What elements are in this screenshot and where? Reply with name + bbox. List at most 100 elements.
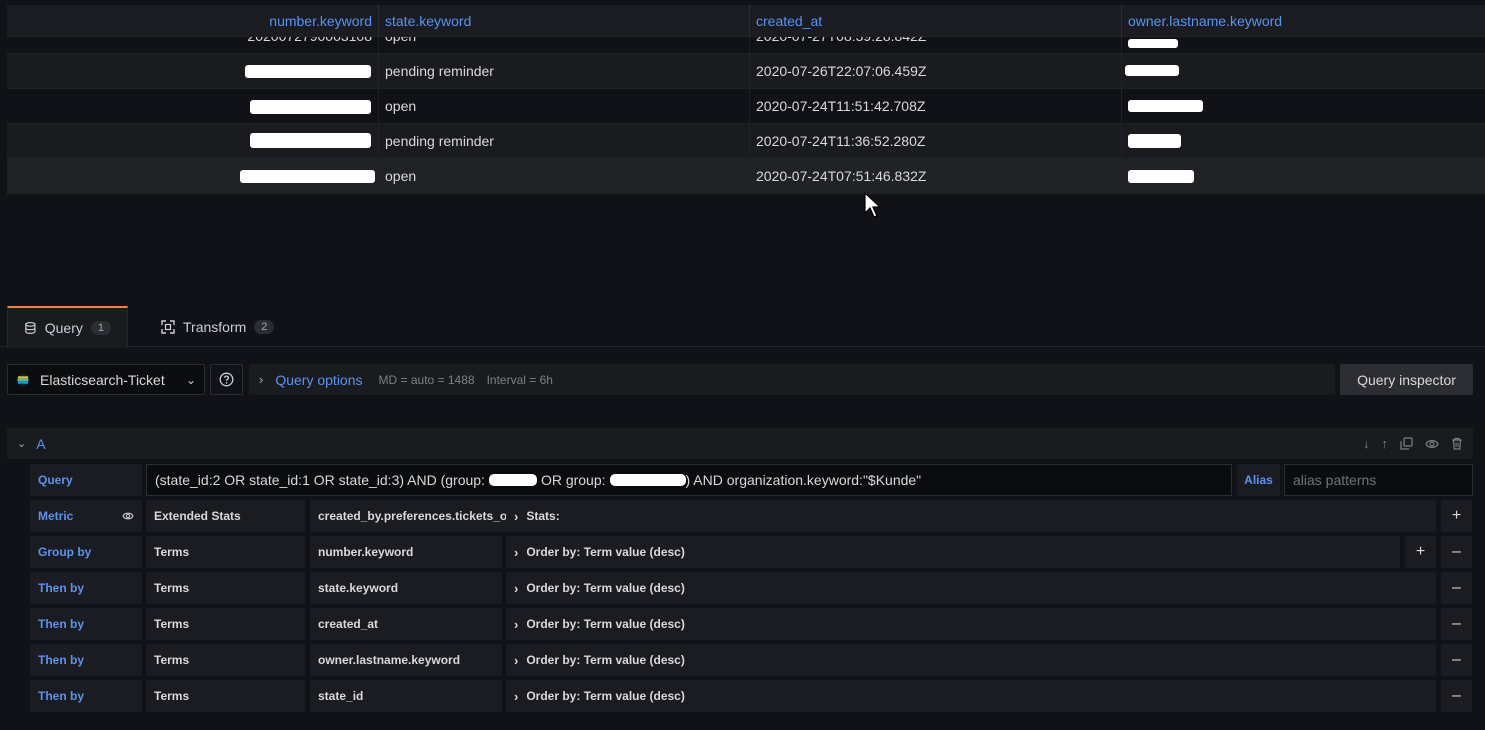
metric-type-select[interactable]: Extended Stats bbox=[146, 500, 305, 532]
table-row: pending reminder 2020-07-24T11:36:52.280… bbox=[7, 124, 1485, 159]
bucket-options-toggle[interactable]: › Order by: Term value (desc) bbox=[506, 680, 1436, 712]
column-header-created-at[interactable]: created_at bbox=[750, 5, 1122, 37]
cell-number bbox=[7, 54, 379, 89]
query-options-toggle[interactable]: › Query options MD = auto = 1488 Interva… bbox=[249, 364, 1335, 395]
datasource-picker[interactable]: Elasticsearch-Ticket ⌄ bbox=[7, 364, 205, 395]
query-text-part: ) AND organization.keyword:"$Kunde" bbox=[685, 472, 922, 488]
query-text-part: (state_id:2 OR state_id:1 OR state_id:3)… bbox=[155, 472, 485, 488]
bucket-field-select[interactable]: state.keyword bbox=[310, 572, 502, 604]
remove-bucket-button[interactable]: – bbox=[1441, 608, 1472, 640]
query-ref-id: A bbox=[36, 435, 46, 452]
tab-query-count: 1 bbox=[90, 321, 111, 335]
remove-bucket-button[interactable]: – bbox=[1441, 680, 1472, 712]
remove-bucket-button[interactable]: – bbox=[1441, 572, 1472, 604]
bucket-label: Then by bbox=[30, 572, 142, 604]
editor-tab-bar: Query 1 Transform 2 bbox=[0, 306, 1485, 348]
bucket-field-select[interactable]: number.keyword bbox=[310, 536, 502, 568]
database-icon bbox=[25, 321, 36, 334]
query-label: Query bbox=[30, 464, 142, 496]
bucket-label: Then by bbox=[30, 680, 142, 712]
bucket-field-select[interactable]: created_at bbox=[310, 608, 502, 640]
cell-number bbox=[7, 89, 379, 124]
cell-state: open bbox=[379, 159, 750, 194]
chevron-right-icon: › bbox=[514, 508, 519, 524]
redacted-value bbox=[609, 474, 686, 486]
column-header-owner-lastname[interactable]: owner.lastname.keyword bbox=[1122, 5, 1485, 37]
cell-state: open bbox=[379, 89, 750, 124]
redacted-value bbox=[488, 474, 537, 486]
cell-state: pending reminder bbox=[379, 54, 750, 89]
bucket-option-text: Order by: Term value (desc) bbox=[526, 653, 685, 667]
bucket-type-select[interactable]: Terms bbox=[146, 572, 305, 604]
remove-bucket-button[interactable]: – bbox=[1441, 536, 1472, 568]
metric-label[interactable]: Metric bbox=[30, 500, 142, 532]
trash-icon[interactable] bbox=[1451, 437, 1463, 450]
bucket-type-select[interactable]: Terms bbox=[146, 680, 305, 712]
query-row-header[interactable]: ⌄ A ↓ ↑ bbox=[7, 428, 1473, 459]
chevron-down-icon[interactable]: ⌄ bbox=[17, 437, 26, 450]
cell-created-at: 2020-07-24T11:51:42.708Z bbox=[750, 89, 1122, 124]
help-button[interactable] bbox=[210, 364, 243, 395]
column-header-state[interactable]: state.keyword bbox=[379, 5, 750, 37]
cell-number bbox=[7, 159, 379, 194]
chevron-right-icon: › bbox=[514, 544, 519, 560]
metric-options-toggle[interactable]: › Stats: bbox=[506, 500, 1436, 532]
bucket-option-text: Order by: Term value (desc) bbox=[526, 545, 685, 559]
query-options-interval: Interval = 6h bbox=[486, 372, 553, 387]
tab-query[interactable]: Query 1 bbox=[7, 306, 128, 348]
mouse-cursor-icon bbox=[864, 192, 882, 218]
eye-icon[interactable] bbox=[122, 511, 134, 521]
bucket-options-toggle[interactable]: › Order by: Term value (desc) bbox=[506, 644, 1436, 676]
eye-icon[interactable] bbox=[1425, 438, 1439, 450]
metric-label-text: Metric bbox=[38, 509, 74, 523]
bucket-option-text: Order by: Term value (desc) bbox=[526, 689, 685, 703]
add-bucket-button[interactable]: + bbox=[1405, 536, 1436, 568]
arrow-up-icon[interactable]: ↑ bbox=[1382, 436, 1389, 451]
bucket-option-text: Order by: Term value (desc) bbox=[526, 617, 685, 631]
bucket-options-toggle[interactable]: › Order by: Term value (desc) bbox=[506, 536, 1400, 568]
metric-option-text: Stats: bbox=[526, 509, 560, 523]
bucket-options-toggle[interactable]: › Order by: Term value (desc) bbox=[506, 608, 1436, 640]
bucket-type-select[interactable]: Terms bbox=[146, 536, 305, 568]
tab-transform-count: 2 bbox=[254, 319, 275, 334]
tab-query-label: Query bbox=[44, 320, 83, 336]
bucket-type-select[interactable]: Terms bbox=[146, 608, 305, 640]
arrow-down-icon[interactable]: ↓ bbox=[1363, 436, 1370, 451]
chevron-down-icon: ⌄ bbox=[185, 372, 196, 387]
table-row: open 2020-07-24T11:51:42.708Z bbox=[7, 89, 1485, 124]
copy-icon[interactable] bbox=[1400, 437, 1413, 450]
remove-bucket-button[interactable]: – bbox=[1441, 644, 1472, 676]
add-metric-button[interactable]: + bbox=[1441, 500, 1472, 532]
bucket-label: Group by bbox=[30, 536, 142, 568]
column-header-number[interactable]: number.keyword bbox=[7, 5, 379, 37]
alias-input[interactable] bbox=[1284, 464, 1473, 496]
bucket-label: Then by bbox=[30, 644, 142, 676]
query-row-actions: ↓ ↑ bbox=[1363, 428, 1463, 459]
question-circle-icon bbox=[219, 372, 234, 387]
cell-created-at: 2020-07-24T07:51:46.832Z bbox=[750, 159, 1122, 194]
bucket-options-toggle[interactable]: › Order by: Term value (desc) bbox=[506, 572, 1436, 604]
elasticsearch-icon bbox=[16, 373, 30, 386]
bucket-label: Then by bbox=[30, 608, 142, 640]
cell-created-at: 2020-07-26T22:07:06.459Z bbox=[750, 54, 1122, 89]
query-inspector-button[interactable]: Query inspector bbox=[1340, 364, 1473, 395]
cell-owner-lastname bbox=[1122, 159, 1485, 194]
chevron-right-icon: › bbox=[514, 580, 519, 596]
bucket-field-select[interactable]: state_id bbox=[310, 680, 502, 712]
cell-owner-lastname bbox=[1122, 124, 1485, 159]
query-options-label: Query options bbox=[275, 371, 363, 388]
query-input[interactable]: (state_id:2 OR state_id:1 OR state_id:3)… bbox=[146, 464, 1232, 496]
bucket-type-select[interactable]: Terms bbox=[146, 644, 305, 676]
bucket-field-select[interactable]: owner.lastname.keyword bbox=[310, 644, 502, 676]
bucket-option-text: Order by: Term value (desc) bbox=[526, 581, 685, 595]
table-row: open 2020-07-24T07:51:46.832Z bbox=[7, 159, 1485, 194]
cell-created-at: 2020-07-24T11:36:52.280Z bbox=[750, 124, 1122, 159]
cell-owner-lastname bbox=[1122, 89, 1485, 124]
datasource-name: Elasticsearch-Ticket bbox=[40, 371, 165, 388]
cell-owner-lastname bbox=[1122, 54, 1485, 89]
table-row: pending reminder 2020-07-26T22:07:06.459… bbox=[7, 54, 1485, 89]
chevron-right-icon: › bbox=[514, 616, 519, 632]
metric-field-select[interactable]: created_by.preferences.tickets_open bbox=[310, 500, 506, 532]
tab-transform[interactable]: Transform 2 bbox=[145, 306, 290, 347]
chevron-right-icon: › bbox=[514, 688, 519, 704]
